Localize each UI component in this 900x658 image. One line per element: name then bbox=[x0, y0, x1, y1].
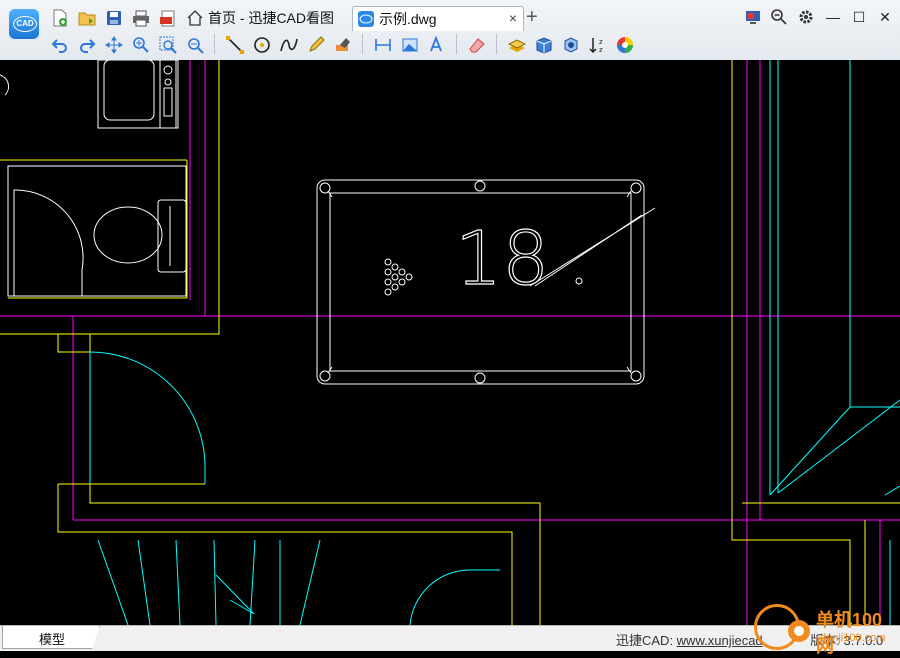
tab-drawing-label: 示例.dwg bbox=[379, 11, 437, 27]
export-pdf-icon[interactable] bbox=[158, 8, 178, 28]
watermark-logo: 单机100网 danji100.com bbox=[754, 598, 900, 656]
print-icon[interactable] bbox=[131, 8, 151, 28]
text-icon[interactable] bbox=[427, 35, 447, 55]
title-toolbar-area: CAD 首页 - 迅捷CAD看图 示例.dwg × + — ☐ ✕ z z bbox=[0, 0, 900, 61]
3d-orbit-icon[interactable] bbox=[561, 35, 581, 55]
tab-close-button[interactable]: × bbox=[509, 10, 517, 26]
model-tab-label: 模型 bbox=[39, 632, 66, 647]
toolbar-separator bbox=[496, 34, 497, 54]
save-icon[interactable] bbox=[104, 8, 124, 28]
undo-icon[interactable] bbox=[50, 35, 70, 55]
redo-icon[interactable] bbox=[77, 35, 97, 55]
sort-icon[interactable]: zz bbox=[588, 35, 608, 55]
table-number-label: 18 bbox=[455, 216, 549, 302]
line-icon[interactable] bbox=[225, 35, 245, 55]
minimize-button[interactable]: — bbox=[823, 7, 843, 27]
maximize-button[interactable]: ☐ bbox=[849, 7, 869, 27]
new-file-icon[interactable] bbox=[50, 8, 70, 28]
eraser-markup-icon[interactable] bbox=[333, 35, 353, 55]
model-tab[interactable]: 模型 bbox=[2, 626, 100, 649]
circle-icon[interactable] bbox=[252, 35, 272, 55]
pan-icon[interactable] bbox=[104, 35, 124, 55]
tab-home-label: 首页 - 迅捷CAD看图 bbox=[208, 10, 334, 26]
erase-icon[interactable] bbox=[467, 35, 487, 55]
close-window-button[interactable]: ✕ bbox=[875, 7, 895, 27]
pencil-icon[interactable] bbox=[306, 35, 326, 55]
toolbar-separator bbox=[456, 34, 457, 54]
home-icon bbox=[187, 10, 203, 26]
svg-text:z: z bbox=[599, 46, 603, 54]
spline-icon[interactable] bbox=[279, 35, 299, 55]
toolbar-separator bbox=[362, 34, 363, 54]
cad-file-icon bbox=[358, 11, 374, 27]
zoom-extent-icon[interactable] bbox=[185, 35, 205, 55]
settings-gear-icon[interactable] bbox=[796, 7, 816, 27]
app-logo: CAD bbox=[9, 9, 39, 39]
open-file-icon[interactable] bbox=[77, 8, 97, 28]
layers-icon[interactable] bbox=[507, 35, 527, 55]
measure-icon[interactable] bbox=[373, 35, 393, 55]
zoom-window-icon[interactable] bbox=[158, 35, 178, 55]
drawing-canvas[interactable]: 18 bbox=[0, 60, 900, 625]
app-logo-text: CAD bbox=[13, 16, 37, 32]
3d-view-icon[interactable] bbox=[534, 35, 554, 55]
zoom-realtime-icon[interactable] bbox=[131, 35, 151, 55]
watermark-subtitle: danji100.com bbox=[820, 632, 886, 644]
monitor-icon[interactable] bbox=[743, 7, 763, 27]
brand-text: 迅捷CAD: bbox=[616, 633, 677, 648]
website-link[interactable]: www.xunjiecad bbox=[677, 633, 763, 648]
area-icon[interactable] bbox=[400, 35, 420, 55]
tab-home[interactable]: 首页 - 迅捷CAD看图 bbox=[186, 6, 342, 30]
toolbar-separator bbox=[214, 34, 215, 54]
tab-drawing[interactable]: 示例.dwg × bbox=[352, 6, 524, 31]
color-wheel-icon[interactable] bbox=[615, 35, 635, 55]
svg-text:z: z bbox=[599, 38, 603, 46]
zoom-out-icon[interactable] bbox=[769, 7, 789, 27]
add-tab-button[interactable]: + bbox=[526, 6, 538, 28]
